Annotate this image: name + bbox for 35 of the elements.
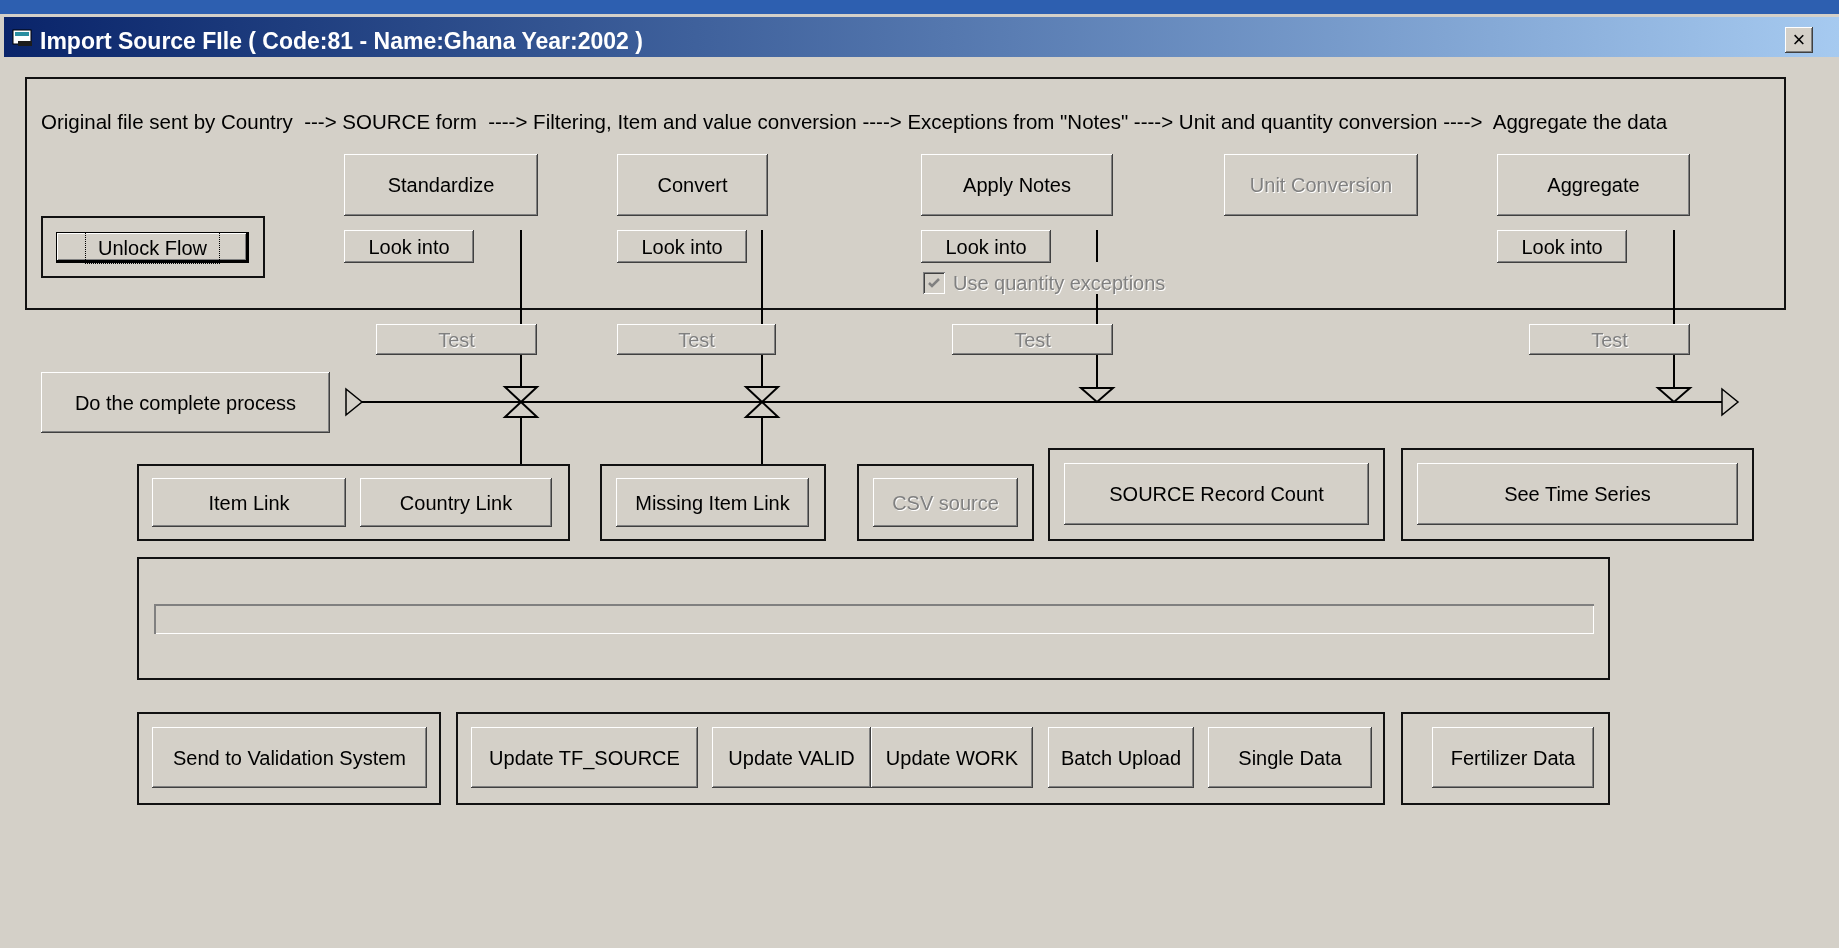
end-arrow-icon — [1721, 387, 1740, 417]
unlock-flow-button[interactable]: Unlock Flow — [56, 232, 249, 263]
action-button[interactable]: Update WORK — [871, 727, 1033, 788]
start-arrow-icon — [345, 387, 364, 417]
look-into-button[interactable]: Look into — [617, 230, 747, 263]
step-button[interactable]: Convert — [617, 154, 768, 216]
action-button[interactable]: Fertilizer Data — [1432, 727, 1594, 788]
look-into-button[interactable]: Look into — [921, 230, 1051, 263]
action-button[interactable]: See Time Series — [1417, 463, 1738, 525]
action-button[interactable]: Update TF_SOURCE — [471, 727, 698, 788]
action-button[interactable]: Missing Item Link — [616, 478, 809, 527]
step-button[interactable]: Apply Notes — [921, 154, 1113, 216]
action-button[interactable]: Country Link — [360, 478, 552, 527]
merge-icon — [1655, 387, 1693, 404]
close-button[interactable]: × — [1785, 27, 1813, 53]
action-button[interactable]: Single Data — [1208, 727, 1372, 788]
window-title: Import Source FIle ( Code:81 - Name:Ghana Year:2002 ) — [40, 27, 643, 56]
process-button[interactable]: Do the complete process — [41, 372, 330, 433]
action-button[interactable]: Update VALID — [712, 727, 871, 788]
window-icon — [12, 29, 34, 47]
flow-description: Original file sent by Country ---> SOURCE form ----> Filtering, Item and value conversion ----> Exceptions from "Notes" ----> Unit and quantity conversion ----> Aggregate the data — [41, 109, 1668, 135]
valve-icon — [502, 386, 540, 418]
merge-icon — [1078, 387, 1116, 404]
look-into-button[interactable]: Look into — [1497, 230, 1627, 263]
action-button[interactable]: Send to Validation System — [152, 727, 427, 788]
step-button[interactable]: Aggregate — [1497, 154, 1690, 216]
action-button[interactable]: Item Link — [152, 478, 346, 527]
action-button[interactable]: Batch Upload — [1048, 727, 1194, 788]
look-into-button[interactable]: Look into — [344, 230, 474, 263]
check-icon — [927, 276, 941, 290]
valve-icon — [743, 386, 781, 418]
checkbox-label: Use quantity exceptions — [953, 271, 1166, 296]
action-button[interactable]: SOURCE Record Count — [1064, 463, 1369, 525]
step-button[interactable]: Standardize — [344, 154, 538, 216]
connector-line — [1096, 229, 1098, 263]
